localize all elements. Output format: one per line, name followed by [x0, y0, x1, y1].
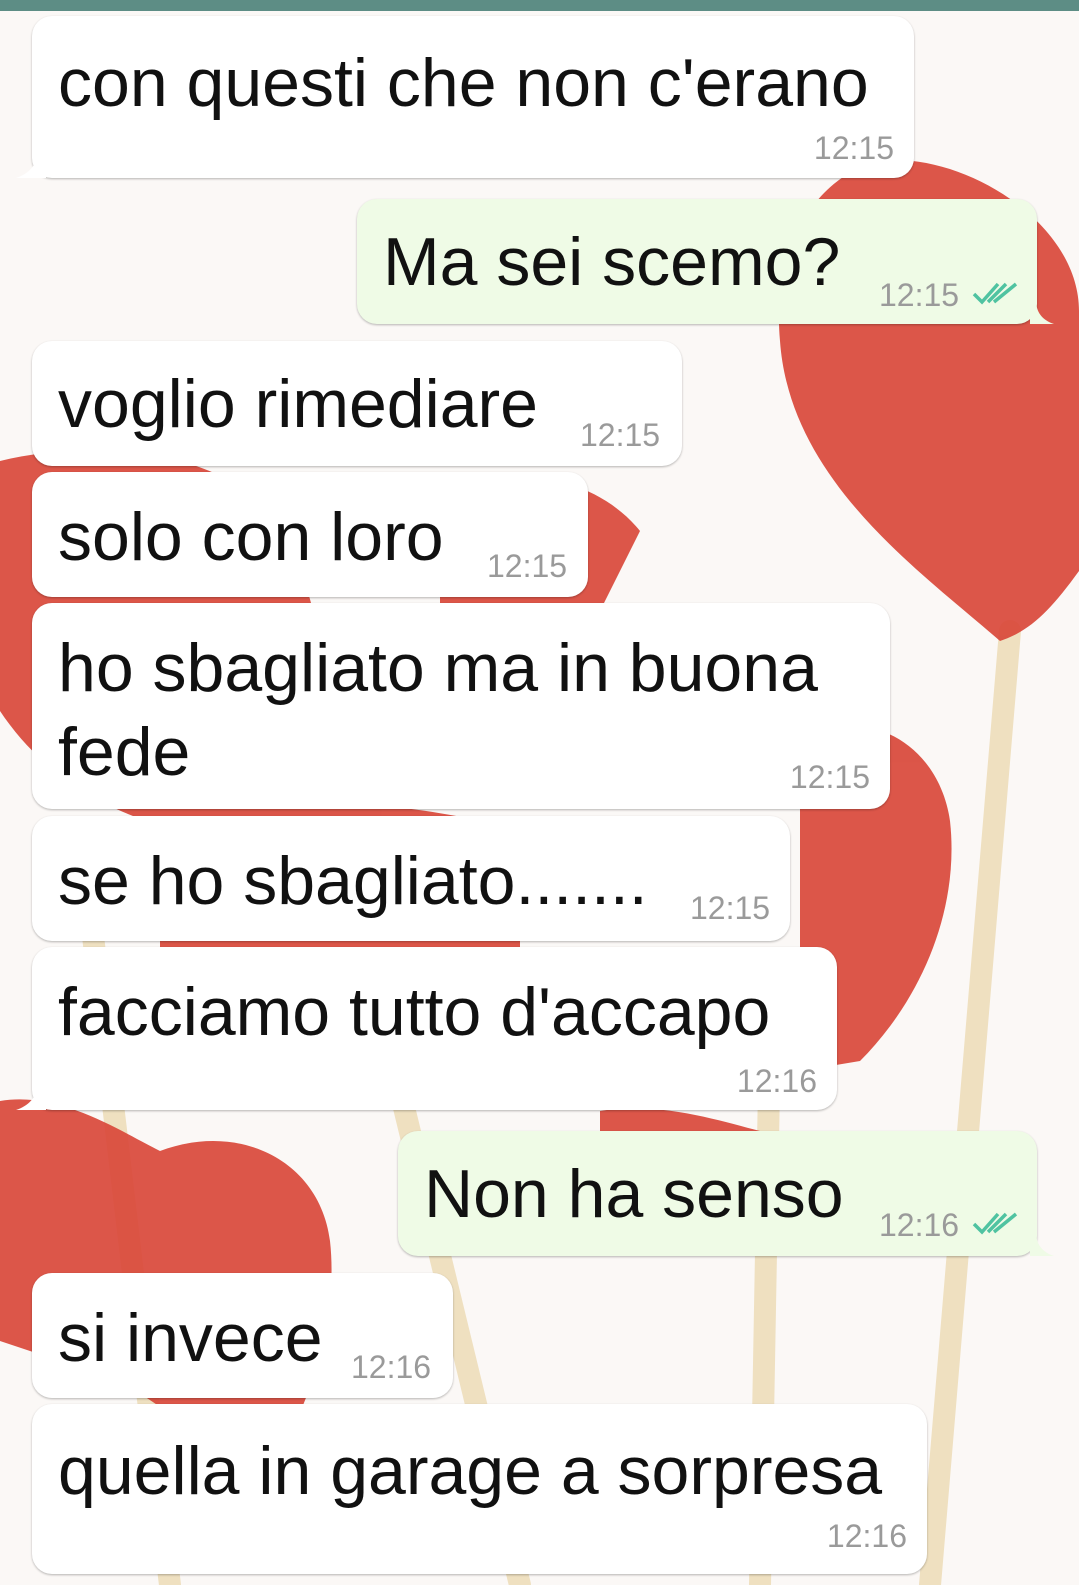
message-timestamp: 12:15: [789, 759, 870, 795]
message-timestamp: 12:16: [826, 1518, 907, 1554]
message-bubble-outgoing[interactable]: Non ha senso 12:16: [398, 1131, 1037, 1256]
message-timestamp: 12:15: [580, 417, 661, 453]
message-bubble-incoming[interactable]: con questi che non c'erano 12:15: [32, 16, 914, 178]
message-bubble-incoming[interactable]: quella in garage a sorpresa 12:16: [32, 1404, 927, 1574]
bubble-tail: [16, 1086, 46, 1110]
message-text-line-2: fede: [58, 714, 191, 790]
message-text: se ho sbagliato.......: [58, 843, 648, 919]
bubble-tail: [1030, 300, 1054, 324]
message-timestamp: 12:15: [487, 548, 568, 584]
message-text: quella in garage a sorpresa: [58, 1433, 883, 1509]
message-bubble-incoming[interactable]: voglio rimediare 12:15: [32, 341, 682, 466]
message-timestamp: 12:15: [690, 890, 771, 926]
message-bubble-incoming[interactable]: solo con loro 12:15: [32, 472, 588, 597]
message-bubble-outgoing[interactable]: Ma sei scemo? 12:15: [357, 199, 1037, 324]
message-timestamp: 12:16: [879, 1207, 960, 1243]
message-text: voglio rimediare: [58, 366, 538, 442]
top-bar: [0, 0, 1079, 11]
message-timestamp: 12:16: [351, 1349, 432, 1385]
message-timestamp: 12:15: [813, 130, 894, 166]
message-bubble-incoming[interactable]: se ho sbagliato....... 12:15: [32, 816, 790, 941]
message-bubble-incoming[interactable]: facciamo tutto d'accapo 12:16: [32, 947, 837, 1110]
double-check-icon: [972, 1212, 1018, 1235]
message-bubble-incoming[interactable]: ho sbagliato ma in buona fede 12:15: [32, 603, 890, 809]
message-text: facciamo tutto d'accapo: [58, 974, 771, 1050]
message-text: si invece: [58, 1300, 323, 1376]
message-text: solo con loro: [58, 499, 444, 575]
double-check-icon: [972, 282, 1018, 305]
bubble-tail: [1030, 1232, 1054, 1256]
message-text: con questi che non c'erano: [58, 45, 869, 121]
message-timestamp: 12:15: [879, 277, 960, 313]
message-bubble-incoming[interactable]: si invece 12:16: [32, 1273, 453, 1398]
bubble-tail: [16, 154, 46, 178]
message-text: Ma sei scemo?: [383, 224, 841, 300]
message-text-line-1: ho sbagliato ma in buona: [58, 630, 818, 706]
message-timestamp: 12:16: [736, 1063, 817, 1099]
message-text: Non ha senso: [424, 1156, 844, 1232]
